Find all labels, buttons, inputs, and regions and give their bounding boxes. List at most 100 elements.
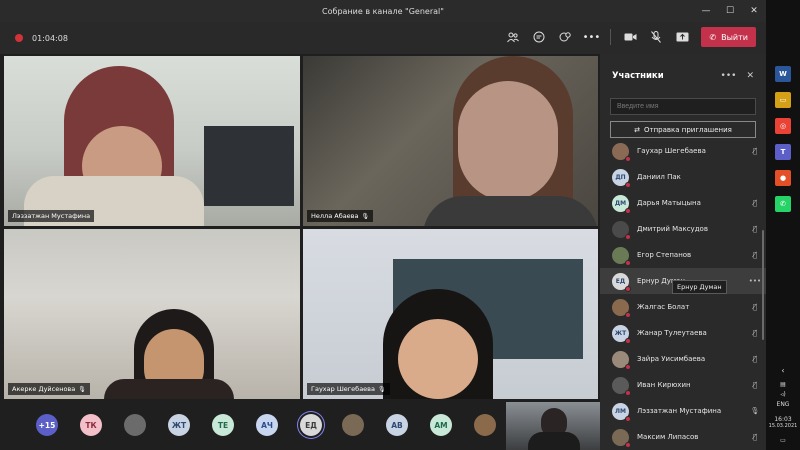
mic-icon[interactable]: 🎙 bbox=[744, 407, 766, 415]
taskbar-app-icon[interactable]: T bbox=[775, 144, 791, 160]
participant-name: Зайра Уисимбаева bbox=[637, 355, 706, 363]
taskbar-app-icon[interactable]: ▭ bbox=[775, 92, 791, 108]
participant-row[interactable]: Жалгас Болат 🎙̸ bbox=[600, 294, 766, 320]
mic-muted-icon: 🎙 bbox=[78, 385, 86, 393]
video-feed-face bbox=[398, 319, 478, 399]
participant-avatar[interactable]: АМ bbox=[430, 414, 452, 436]
video-tile[interactable]: Гаухар Шегебаева 🎙 bbox=[303, 229, 598, 399]
invite-button[interactable]: ⇄ Отправка приглашения bbox=[610, 121, 756, 138]
avatar: ДП bbox=[612, 168, 631, 188]
participant-avatar[interactable] bbox=[342, 414, 364, 436]
taskbar-apps: W ▭ ◎ T ● ✆ bbox=[766, 0, 800, 212]
tile-name: Гаухар Шегебаева bbox=[311, 385, 375, 393]
panel-title: Участники bbox=[612, 71, 664, 81]
status-badge bbox=[625, 441, 631, 448]
leave-button[interactable]: ✆ Выйти bbox=[701, 27, 756, 47]
share-icon: ⇄ bbox=[634, 125, 641, 134]
windows-taskbar: W ▭ ◎ T ● ✆ ‹ ▤ ◃) ENG 16:03 15.03.2021 ▭ bbox=[766, 0, 800, 450]
participant-row[interactable]: ЛМ Лэззатжан Мустафина 🎙 bbox=[600, 398, 766, 424]
avatar: ДМ bbox=[612, 194, 631, 214]
participant-avatar[interactable]: ЖТ bbox=[168, 414, 190, 436]
window-titlebar: Собрание в канале "General" — ☐ ✕ bbox=[0, 0, 766, 22]
participant-name: Егор Степанов bbox=[637, 251, 692, 259]
panel-more-icon[interactable]: ••• bbox=[721, 71, 737, 81]
status-badge bbox=[625, 337, 631, 344]
participant-row[interactable]: Зайра Уисимбаева 🎙̸ bbox=[600, 346, 766, 372]
participant-avatar[interactable]: АВ bbox=[386, 414, 408, 436]
video-stage: Лэззатжан Мустафина Нелла Абаева 🎙 Акерке… bbox=[0, 54, 600, 450]
share-screen-icon[interactable] bbox=[671, 26, 693, 48]
tile-name-label: Акерке Дуйсенова 🎙 bbox=[8, 383, 90, 395]
status-badge bbox=[625, 233, 631, 240]
close-window-icon[interactable]: ✕ bbox=[742, 0, 766, 22]
invite-button-label: Отправка приглашения bbox=[644, 125, 732, 134]
mic-muted-icon[interactable]: 🎙̸ bbox=[744, 355, 766, 363]
volume-icon[interactable]: ◃) bbox=[766, 391, 800, 398]
avatar bbox=[612, 376, 631, 396]
participant-avatar[interactable]: ТЕ bbox=[212, 414, 234, 436]
notifications-icon[interactable]: ▭ bbox=[766, 437, 800, 444]
status-badge bbox=[625, 259, 631, 266]
video-tile[interactable]: Нелла Абаева 🎙 bbox=[303, 56, 598, 226]
minimize-icon[interactable]: — bbox=[694, 0, 718, 22]
avatar: ЕД bbox=[612, 272, 631, 292]
chevron-up-icon[interactable]: ‹ bbox=[766, 366, 800, 375]
avatar: ЖТ bbox=[612, 324, 631, 344]
camera-icon[interactable] bbox=[619, 26, 641, 48]
participant-avatar[interactable]: ТК bbox=[80, 414, 102, 436]
participant-avatar[interactable]: ЕД bbox=[300, 414, 322, 436]
video-feed-body bbox=[423, 196, 598, 226]
mic-muted-icon[interactable]: 🎙̸ bbox=[744, 199, 766, 207]
participant-row[interactable]: Гаухар Шегебаева 🎙̸ bbox=[600, 138, 766, 164]
video-tile[interactable]: Лэззатжан Мустафина bbox=[4, 56, 300, 226]
participants-scrollbar[interactable] bbox=[762, 230, 764, 340]
participant-row[interactable]: Дмитрий Максудов 🎙̸ bbox=[600, 216, 766, 242]
participants-icon[interactable] bbox=[502, 26, 524, 48]
network-icon[interactable]: ▤ bbox=[766, 381, 800, 388]
participant-row[interactable]: Егор Степанов 🎙̸ bbox=[600, 242, 766, 268]
mic-muted-icon[interactable]: 🎙̸ bbox=[744, 147, 766, 155]
participant-row[interactable]: Максим Липасов 🎙̸ bbox=[600, 424, 766, 450]
mic-muted-icon[interactable]: 🎙̸ bbox=[744, 381, 766, 389]
tooltip: Ернур Думан bbox=[672, 280, 727, 294]
status-badge bbox=[625, 181, 631, 188]
avatar bbox=[612, 350, 631, 370]
clock-date[interactable]: 15.03.2021 bbox=[766, 423, 800, 429]
participant-avatar[interactable]: +15 bbox=[36, 414, 58, 436]
window-title: Собрание в канале "General" bbox=[322, 6, 444, 16]
taskbar-app-icon[interactable]: ◎ bbox=[775, 118, 791, 134]
chat-icon[interactable] bbox=[528, 26, 550, 48]
close-icon[interactable]: ✕ bbox=[746, 71, 754, 81]
tile-name: Акерке Дуйсенова bbox=[12, 385, 76, 393]
participant-row[interactable]: ДП Даниил Пак bbox=[600, 164, 766, 190]
phone-hangup-icon: ✆ bbox=[709, 32, 717, 42]
participants-panel: Участники ••• ✕ ⇄ Отправка приглашения Г… bbox=[600, 54, 766, 450]
maximize-icon[interactable]: ☐ bbox=[718, 0, 742, 22]
status-badge bbox=[625, 389, 631, 396]
taskbar-app-icon[interactable]: ● bbox=[775, 170, 791, 186]
participant-avatar[interactable]: АЧ bbox=[256, 414, 278, 436]
more-actions-icon[interactable]: ••• bbox=[580, 26, 602, 48]
participant-avatar[interactable] bbox=[474, 414, 496, 436]
clock-time[interactable]: 16:03 bbox=[766, 416, 800, 423]
mic-muted-icon[interactable]: 🎙̸ bbox=[744, 433, 766, 441]
toolbar-divider bbox=[610, 29, 612, 45]
participant-name: Максим Липасов bbox=[637, 433, 699, 441]
taskbar-app-icon[interactable]: W bbox=[775, 66, 791, 82]
meeting-timer: 01:04:08 bbox=[32, 33, 68, 43]
participant-row[interactable]: ДМ Дарья Матыцына 🎙̸ bbox=[600, 190, 766, 216]
mic-muted-icon[interactable] bbox=[645, 26, 667, 48]
search-input[interactable] bbox=[610, 98, 756, 115]
self-view[interactable] bbox=[506, 402, 600, 450]
participant-row[interactable]: ЖТ Жанар Тулеутаева 🎙̸ bbox=[600, 320, 766, 346]
participant-row[interactable]: Иван Кирюхин 🎙̸ bbox=[600, 372, 766, 398]
participant-avatar[interactable] bbox=[124, 414, 146, 436]
video-tile[interactable]: Акерке Дуйсенова 🎙 bbox=[4, 229, 300, 399]
status-badge bbox=[625, 311, 631, 318]
meeting-toolbar: 01:04:08 ••• ✆ Выйти bbox=[0, 22, 766, 54]
reactions-icon[interactable] bbox=[554, 26, 576, 48]
self-view-body bbox=[528, 432, 580, 450]
meeting-controls: ••• ✆ Выйти bbox=[502, 26, 756, 48]
taskbar-app-icon[interactable]: ✆ bbox=[775, 196, 791, 212]
language-indicator[interactable]: ENG bbox=[766, 401, 800, 408]
